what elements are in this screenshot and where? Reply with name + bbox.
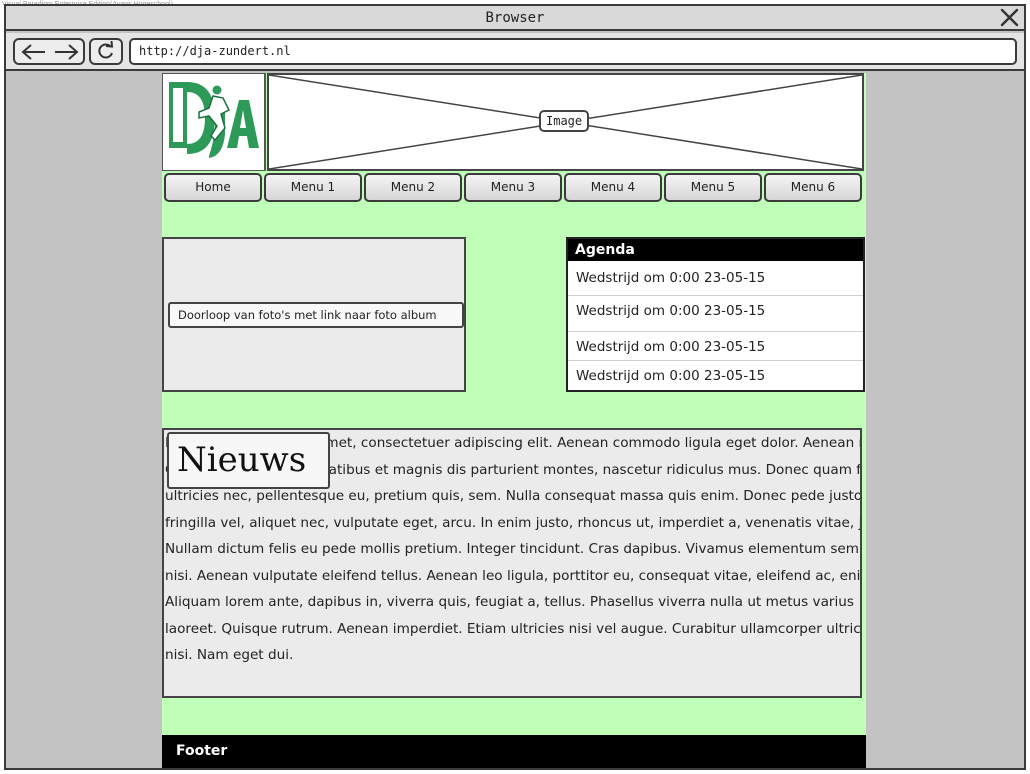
slideshow-caption[interactable]: Doorloop van foto's met link naar foto a… — [168, 302, 464, 328]
back-arrow-icon[interactable] — [19, 43, 49, 61]
menu-item-5[interactable]: Menu 5 — [664, 173, 762, 202]
window-title: Browser — [485, 10, 545, 26]
nav-buttons — [13, 38, 85, 65]
news-line: Nullam dictum felis eu pede mollis preti… — [165, 541, 862, 557]
news-section: Lorem ipsum dolor sit amet, consectetuer… — [162, 428, 862, 698]
agenda-item[interactable]: Wedstrijd om 0:00 23-05-15 — [568, 263, 863, 294]
address-bar[interactable]: http://dja-zundert.nl — [129, 38, 1017, 65]
agenda-item[interactable]: Wedstrijd om 0:00 23-05-15 — [568, 295, 863, 326]
news-line: Aliquam lorem ante, dapibus in, viverra … — [165, 594, 854, 610]
menu-item-home[interactable]: Home — [164, 173, 262, 202]
reload-button[interactable] — [89, 38, 123, 65]
menu-item-6[interactable]: Menu 6 — [764, 173, 862, 202]
news-line: laoreet. Quisque rutrum. Aenean imperdie… — [165, 620, 862, 637]
news-line: fringilla vel, aliquet nec, vulputate eg… — [165, 514, 862, 531]
image-label: Image — [539, 110, 590, 132]
photo-slideshow[interactable]: Doorloop van foto's met link naar foto a… — [162, 237, 466, 392]
menu-item-4[interactable]: Menu 4 — [564, 173, 662, 202]
agenda-title: Agenda — [568, 239, 863, 261]
menu-item-3[interactable]: Menu 3 — [464, 173, 562, 202]
page-viewport: Image Home Menu 1 Menu 2 Menu 3 Menu 4 M… — [6, 73, 1024, 768]
club-logo — [162, 73, 266, 171]
reload-icon — [98, 40, 114, 59]
news-title: Nieuws — [167, 432, 330, 489]
agenda-panel: Agenda Wedstrijd om 0:00 23-05-15 Wedstr… — [566, 237, 865, 392]
news-line: nisi. Aenean vulputate eleifend tellus. … — [165, 567, 862, 584]
menu-item-1[interactable]: Menu 1 — [264, 173, 362, 202]
title-bar: Browser — [6, 6, 1024, 31]
main-menu: Home Menu 1 Menu 2 Menu 3 Menu 4 Menu 5 … — [162, 173, 866, 203]
page-footer: Footer — [162, 735, 866, 768]
forward-arrow-icon[interactable] — [51, 43, 81, 61]
menu-item-2[interactable]: Menu 2 — [364, 173, 462, 202]
agenda-item[interactable]: Wedstrijd om 0:00 23-05-15 — [568, 360, 863, 391]
close-icon[interactable] — [999, 7, 1020, 28]
agenda-item[interactable]: Wedstrijd om 0:00 23-05-15 — [568, 331, 863, 362]
browser-window: Browser http://dja-zundert.nl Image Home… — [4, 4, 1026, 770]
webpage: Image Home Menu 1 Menu 2 Menu 3 Menu 4 M… — [162, 73, 866, 768]
header-image-placeholder: Image — [267, 73, 864, 171]
logo-graphic-icon — [169, 82, 259, 158]
browser-toolbar: http://dja-zundert.nl — [6, 33, 1024, 71]
news-line: nisi. Nam eget dui. — [165, 647, 294, 663]
